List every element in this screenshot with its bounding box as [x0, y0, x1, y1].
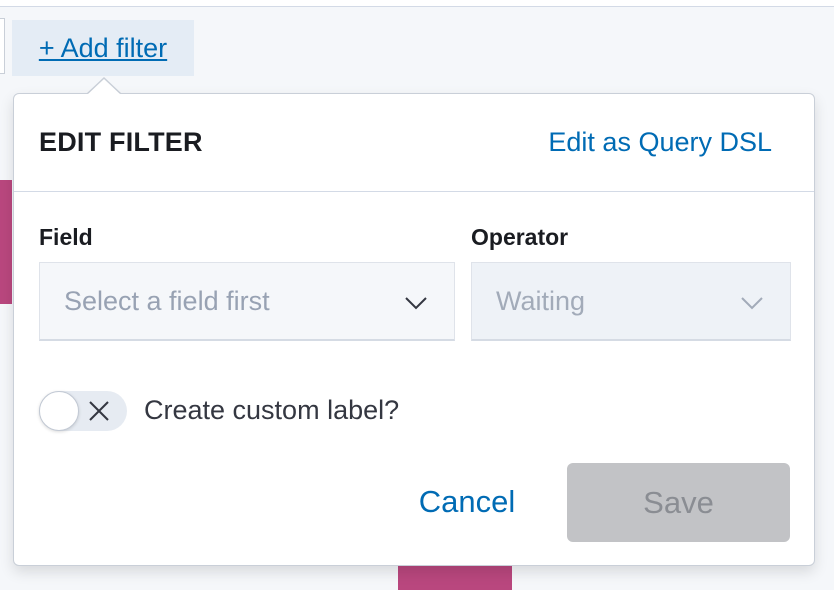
custom-label-text: Create custom label?: [144, 395, 400, 425]
field-select-placeholder: Select a field first: [64, 285, 270, 316]
toggle-knob: [39, 391, 79, 431]
chevron-down-icon: [405, 297, 427, 310]
popover-divider: [14, 191, 814, 192]
popover-title: EDIT FILTER: [39, 127, 203, 157]
background-query-bar-edge: [0, 18, 5, 74]
operator-label: Operator: [471, 224, 569, 250]
popover-arrow: [88, 79, 120, 94]
field-label: Field: [39, 224, 93, 250]
edit-as-query-dsl-link[interactable]: Edit as Query DSL: [548, 127, 772, 158]
field-select[interactable]: Select a field first: [39, 262, 455, 341]
cross-icon: [89, 401, 109, 421]
edit-filter-popover: EDIT FILTER Edit as Query DSL Field Sele…: [13, 93, 815, 566]
operator-select[interactable]: Waiting: [471, 262, 791, 341]
operator-select-value: Waiting: [496, 285, 586, 316]
chevron-down-icon: [741, 297, 763, 310]
save-button[interactable]: Save: [567, 463, 790, 542]
filter-editor-stage: + Add filter EDIT FILTER Edit as Query D…: [0, 0, 834, 590]
custom-label-toggle[interactable]: [39, 391, 127, 431]
background-chart-bar-left: [0, 180, 12, 304]
add-filter-button[interactable]: + Add filter: [12, 20, 194, 76]
top-bar: [0, 0, 834, 7]
cancel-button[interactable]: Cancel: [394, 462, 540, 542]
